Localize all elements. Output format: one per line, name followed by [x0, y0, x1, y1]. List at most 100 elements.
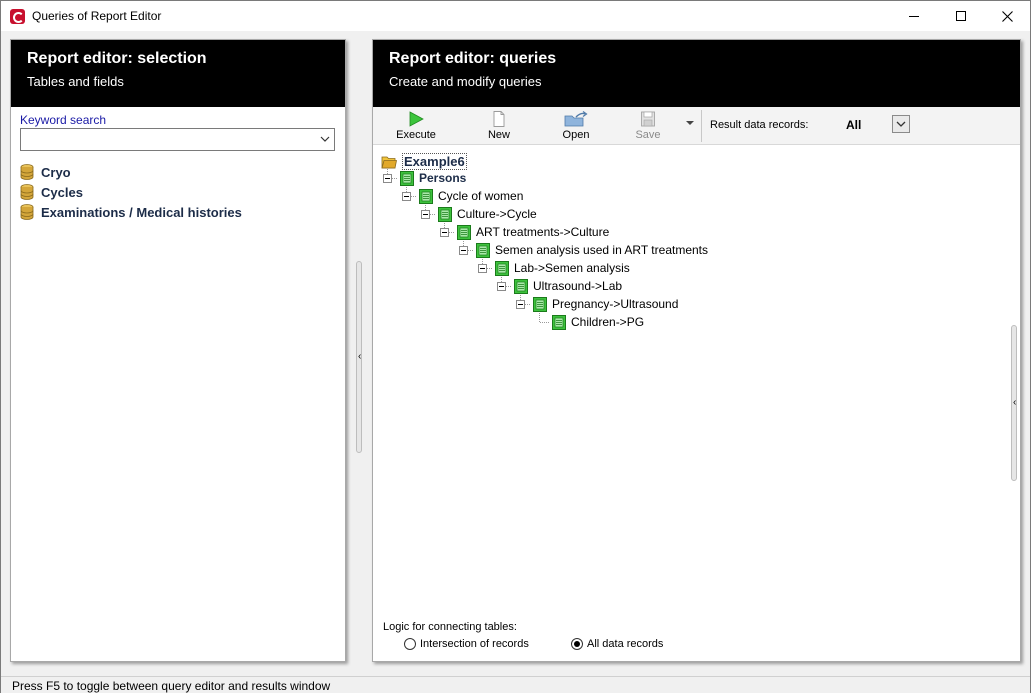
table-icon	[476, 242, 490, 258]
queries-panel-header: Report editor: queries Create and modify…	[373, 40, 1020, 107]
table-icon	[438, 206, 452, 222]
collapse-toggle[interactable]	[459, 246, 468, 255]
tree-node-label: Ultrasound->Lab	[533, 279, 623, 293]
window-title: Queries of Report Editor	[32, 9, 162, 23]
database-icon	[20, 204, 34, 220]
minimize-icon	[909, 15, 919, 17]
table-item-label: Cycles	[41, 184, 83, 200]
collapse-toggle[interactable]	[478, 264, 487, 273]
table-icon	[533, 296, 547, 312]
selection-panel-subtitle: Tables and fields	[27, 74, 124, 89]
keyword-search-input[interactable]	[21, 129, 311, 150]
collapse-toggle[interactable]	[440, 228, 449, 237]
save-label: Save	[635, 129, 661, 141]
result-records-value: All	[846, 118, 862, 132]
close-icon	[1001, 10, 1013, 22]
table-icon	[552, 314, 566, 330]
chevron-down-icon	[896, 121, 906, 127]
radio-intersection-label: Intersection of records	[420, 638, 529, 650]
tree-node-children-pg[interactable]: Children->PG	[552, 313, 644, 331]
chevron-down-icon[interactable]	[320, 134, 330, 144]
toolbar-separator	[701, 110, 702, 142]
tree-node-culture-cycle[interactable]: Culture->Cycle	[438, 205, 537, 223]
tree-node-ultrasound-lab[interactable]: Ultrasound->Lab	[514, 277, 622, 295]
table-icon	[419, 188, 433, 204]
status-text: Press F5 to toggle between query editor …	[12, 679, 331, 693]
table-item-cycles[interactable]: Cycles	[20, 182, 242, 202]
selection-panel: Report editor: selection Tables and fiel…	[10, 39, 346, 662]
table-item-label: Cryo	[41, 164, 71, 180]
query-tree: Example6 Persons Cycle of women Culture-…	[373, 148, 1020, 608]
app-logo-icon	[10, 9, 25, 24]
radio-intersection-circle[interactable]	[404, 638, 416, 650]
expand-right-icon[interactable]: ‹	[1013, 397, 1016, 408]
table-icon	[400, 170, 414, 186]
minimize-button[interactable]	[891, 1, 937, 31]
close-button[interactable]	[984, 1, 1030, 31]
selection-panel-title: Report editor: selection	[27, 50, 207, 67]
tree-node-label: ART treatments->Culture	[476, 225, 610, 239]
radio-all-records-circle[interactable]	[571, 638, 583, 650]
tree-node-root[interactable]: Example6	[381, 152, 467, 170]
open-query-button[interactable]: Open	[541, 109, 611, 143]
tree-node-pregnancy-ultrasound[interactable]: Pregnancy->Ultrasound	[533, 295, 678, 313]
table-item-label: Examinations / Medical histories	[41, 204, 242, 220]
open-folder-icon	[564, 111, 588, 127]
collapse-toggle[interactable]	[402, 192, 411, 201]
collapse-toggle[interactable]	[421, 210, 430, 219]
queries-toolbar: Execute New Open Save Result data record…	[373, 107, 1020, 145]
toolbar-overflow-dropdown[interactable]	[686, 121, 694, 125]
tree-node-lab-semen-analysis[interactable]: Lab->Semen analysis	[495, 259, 630, 277]
table-item-cryo[interactable]: Cryo	[20, 162, 242, 182]
table-icon	[514, 278, 528, 294]
queries-panel-title: Report editor: queries	[389, 50, 557, 67]
queries-panel: Report editor: queries Create and modify…	[372, 39, 1021, 662]
collapse-left-icon[interactable]: ‹	[358, 351, 361, 362]
maximize-icon	[956, 11, 966, 21]
table-icon	[457, 224, 471, 240]
result-records-dropdown[interactable]	[892, 115, 910, 133]
tree-node-persons[interactable]: Persons	[400, 169, 466, 187]
collapse-toggle[interactable]	[497, 282, 506, 291]
keyword-search-combo[interactable]	[20, 128, 335, 151]
tree-node-label: Persons	[419, 171, 467, 185]
tree-node-art-treatments[interactable]: ART treatments->Culture	[457, 223, 609, 241]
collapse-toggle[interactable]	[383, 174, 392, 183]
selection-panel-header: Report editor: selection Tables and fiel…	[11, 40, 345, 107]
play-icon	[409, 111, 424, 127]
tree-node-cycle-of-women[interactable]: Cycle of women	[419, 187, 523, 205]
radio-intersection[interactable]: Intersection of records	[404, 638, 529, 650]
title-bar: Queries of Report Editor	[1, 1, 1030, 31]
keyword-search-label: Keyword search	[20, 113, 107, 127]
tree-node-label: Semen analysis used in ART treatments	[495, 243, 708, 257]
new-query-button[interactable]: New	[464, 109, 534, 143]
result-records-label: Result data records:	[710, 119, 809, 131]
save-disk-icon	[641, 111, 655, 127]
radio-all-records[interactable]: All data records	[571, 638, 663, 650]
database-icon	[20, 164, 34, 180]
tree-node-semen-analysis[interactable]: Semen analysis used in ART treatments	[476, 241, 708, 259]
status-bar: Press F5 to toggle between query editor …	[1, 676, 1030, 693]
folder-icon	[381, 156, 397, 168]
table-list: Cryo Cycles Examinations / Medical histo…	[20, 162, 242, 222]
tree-node-label: Cycle of women	[438, 189, 524, 203]
tree-node-label: Example6	[402, 152, 467, 170]
tree-node-label: Children->PG	[571, 315, 645, 329]
save-query-button[interactable]: Save	[613, 109, 683, 143]
tree-node-label: Pregnancy->Ultrasound	[552, 297, 679, 311]
logic-label: Logic for connecting tables:	[383, 621, 517, 633]
execute-button[interactable]: Execute	[381, 109, 451, 143]
queries-panel-subtitle: Create and modify queries	[389, 74, 542, 89]
radio-all-records-label: All data records	[587, 638, 664, 650]
table-item-examinations[interactable]: Examinations / Medical histories	[20, 202, 242, 222]
database-icon	[20, 184, 34, 200]
new-document-icon	[493, 111, 505, 127]
collapse-toggle[interactable]	[516, 300, 525, 309]
open-label: Open	[562, 129, 590, 141]
table-icon	[495, 260, 509, 276]
tree-node-label: Lab->Semen analysis	[514, 261, 630, 275]
maximize-button[interactable]	[938, 1, 984, 31]
report-editor-window: Queries of Report Editor Report editor: …	[0, 0, 1031, 693]
new-label: New	[487, 129, 510, 141]
execute-label: Execute	[396, 129, 436, 141]
